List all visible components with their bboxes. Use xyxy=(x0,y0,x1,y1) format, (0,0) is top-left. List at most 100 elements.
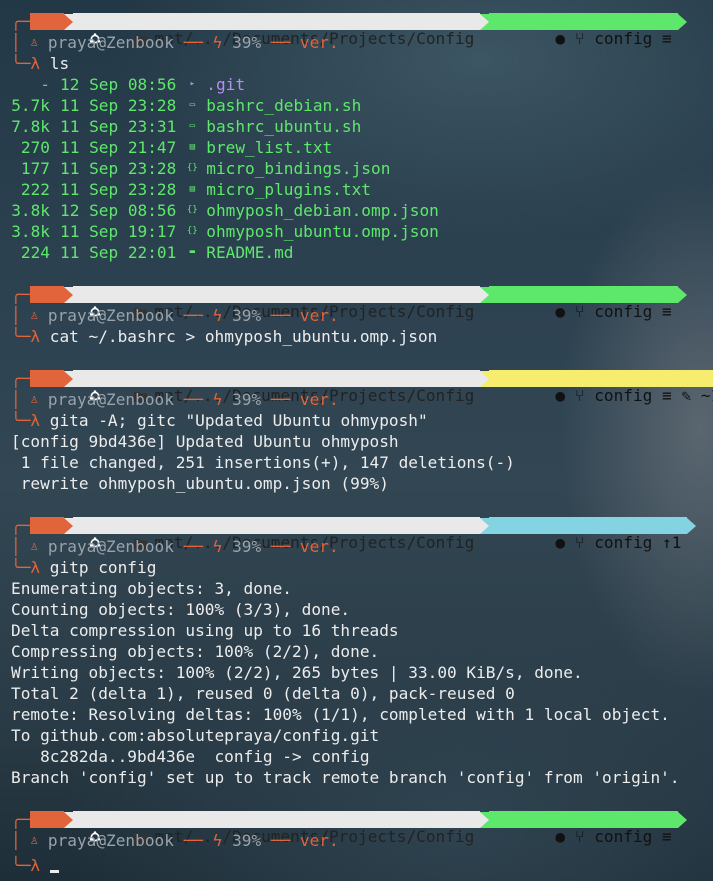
file-name[interactable]: ohmyposh_debian.omp.json xyxy=(206,200,439,221)
ls-row: 270 11 Sep 21:47 ▤ brew_list.txt xyxy=(11,137,332,158)
file-name[interactable]: .git xyxy=(206,74,245,95)
version-label: ver. xyxy=(299,537,339,556)
ls-row: 7.8k 11 Sep 23:31 ▭ bashrc_ubuntu.sh xyxy=(11,116,361,137)
file-size: 3.8k xyxy=(11,201,50,220)
command-text: ls xyxy=(49,54,70,73)
file-name[interactable]: ohmyposh_ubuntu.omp.json xyxy=(206,221,439,242)
segment-separator xyxy=(64,13,74,30)
prompt-corner-top: ╭─ xyxy=(11,369,31,388)
prompt-segment-row: ╭─ mnt/.../Documents/Projects/Config ● ⑂… xyxy=(0,368,713,404)
file-date: 11 Sep 23:28 xyxy=(60,159,177,178)
terminal-cursor[interactable] xyxy=(49,870,59,873)
file-name[interactable]: bashrc_ubuntu.sh xyxy=(206,116,361,137)
command-row[interactable]: ╰─ λ xyxy=(0,855,59,876)
git-status: ≡ xyxy=(662,386,672,405)
file-name[interactable]: README.md xyxy=(206,242,293,263)
file-size: 7.8k xyxy=(11,117,50,136)
github-icon: ● xyxy=(555,302,566,321)
output-line: 8c282da..9bd436e config -> config xyxy=(11,747,370,766)
branch-icon: ⑂ xyxy=(574,29,585,48)
json-file-icon: {} xyxy=(186,226,198,236)
lambda-symbol: λ xyxy=(30,856,41,875)
file-name[interactable]: bashrc_debian.sh xyxy=(206,95,361,116)
segment-separator xyxy=(480,13,490,30)
ls-row: 3.8k 12 Sep 08:56 {} ohmyposh_debian.omp.js… xyxy=(11,200,439,221)
prompt-info-row: │ ♙ praya@Zenbook ── ϟ 39% ── ver. xyxy=(0,830,339,851)
git-status: ≡ xyxy=(662,827,672,846)
bolt-icon: ϟ xyxy=(212,306,223,325)
branch-name: config xyxy=(594,302,653,321)
user-host: praya@Zenbook xyxy=(47,537,174,556)
prompt-corner-mid: │ xyxy=(11,537,31,556)
prompt-corner-mid: │ xyxy=(11,33,31,52)
file-name[interactable]: brew_list.txt xyxy=(206,137,332,158)
command-row: ╰─ λ gitp config xyxy=(0,557,156,578)
battery-level: 39% xyxy=(232,831,262,850)
prompt-corner-top: ╭─ xyxy=(11,516,31,535)
output-line: rewrite ohmyposh_ubuntu.omp.json (99%) xyxy=(11,474,389,493)
command-text: cat ~/.bashrc > ohmyposh_ubuntu.omp.json xyxy=(49,327,438,346)
prompt-info-row: │ ♙ praya@Zenbook ── ϟ 39% ── ver. xyxy=(0,305,339,326)
lambda-symbol: λ xyxy=(30,558,41,577)
file-name[interactable]: micro_plugins.txt xyxy=(206,179,371,200)
battery-level: 39% xyxy=(232,33,262,52)
prompt-corner-mid: │ xyxy=(11,390,31,409)
battery-level: 39% xyxy=(232,306,262,325)
output-line: Compressing objects: 100% (2/2), done. xyxy=(11,642,380,661)
version-label: ver. xyxy=(299,831,339,850)
markdown-file-icon: ▬ xyxy=(189,247,195,257)
git-segment: ● ⑂ config ≡ xyxy=(489,13,678,47)
branch-icon: ⑂ xyxy=(574,386,585,405)
terminal-file-icon: ▭ xyxy=(189,121,195,131)
file-date: 11 Sep 23:28 xyxy=(60,96,177,115)
user-host: praya@Zenbook xyxy=(47,306,174,325)
battery-level: 39% xyxy=(232,537,262,556)
file-name[interactable]: micro_bindings.json xyxy=(206,158,390,179)
ls-row: 5.7k 11 Sep 23:28 ▭ bashrc_debian.sh xyxy=(11,95,361,116)
version-label: ver. xyxy=(299,390,339,409)
output-line: Counting objects: 100% (3/3), done. xyxy=(11,600,351,619)
segment-separator xyxy=(64,811,74,828)
file-date: 11 Sep 22:01 xyxy=(60,243,177,262)
git-segment: ● ⑂ config ≡ ✎ ~1 xyxy=(489,370,713,404)
info-separator: ── xyxy=(173,831,213,850)
branch-name: config xyxy=(594,29,653,48)
folder-icon: ▸ xyxy=(189,79,195,89)
text-file-icon: ▤ xyxy=(189,184,195,194)
prompt-segment-row: ╭─ mnt/.../Documents/Projects/Config ● ⑂… xyxy=(0,284,687,320)
file-size: 224 xyxy=(20,243,50,262)
output-line: [config 9bd436e] Updated Ubuntu ohmyposh xyxy=(11,432,399,451)
file-size: 177 xyxy=(20,159,50,178)
ls-row: 224 11 Sep 22:01 ▬ README.md xyxy=(11,242,294,263)
output-line: remote: Resolving deltas: 100% (1/1), co… xyxy=(11,705,670,724)
user-icon: ♙ xyxy=(30,833,39,848)
git-changes: ~1 xyxy=(700,386,713,405)
bolt-icon: ϟ xyxy=(212,33,223,52)
file-date: 11 Sep 23:31 xyxy=(60,117,177,136)
file-date: 11 Sep 23:28 xyxy=(60,180,177,199)
output-line: Writing objects: 100% (2/2), 265 bytes |… xyxy=(11,663,583,682)
segment-separator xyxy=(677,13,687,30)
branch-icon: ⑂ xyxy=(574,302,585,321)
prompt-corner-bottom: ╰─ xyxy=(11,558,31,577)
prompt-corner-bottom: ╰─ xyxy=(11,54,31,73)
user-icon: ♙ xyxy=(30,539,39,554)
info-separator: ── xyxy=(261,390,300,409)
json-file-icon: {} xyxy=(186,205,198,215)
prompt-corner-top: ╭─ xyxy=(11,285,31,304)
command-text: gitp config xyxy=(49,558,157,577)
branch-name: config xyxy=(594,386,653,405)
github-icon: ● xyxy=(555,827,566,846)
prompt-info-row: │ ♙ praya@Zenbook ── ϟ 39% ── ver. xyxy=(0,32,339,53)
info-separator: ── xyxy=(173,33,213,52)
file-size: 5.7k xyxy=(11,96,50,115)
file-size: 222 xyxy=(20,180,50,199)
info-separator: ── xyxy=(173,537,213,556)
prompt-corner-bottom: ╰─ xyxy=(11,411,31,430)
git-segment: ● ⑂ config ≡ xyxy=(489,811,678,845)
prompt-corner-mid: │ xyxy=(11,306,31,325)
path-segment: mnt/.../Documents/Projects/Config xyxy=(73,811,481,845)
version-label: ver. xyxy=(299,306,339,325)
output-line: Branch 'config' set up to track remote b… xyxy=(11,768,680,787)
text-file-icon: ▤ xyxy=(189,142,195,152)
